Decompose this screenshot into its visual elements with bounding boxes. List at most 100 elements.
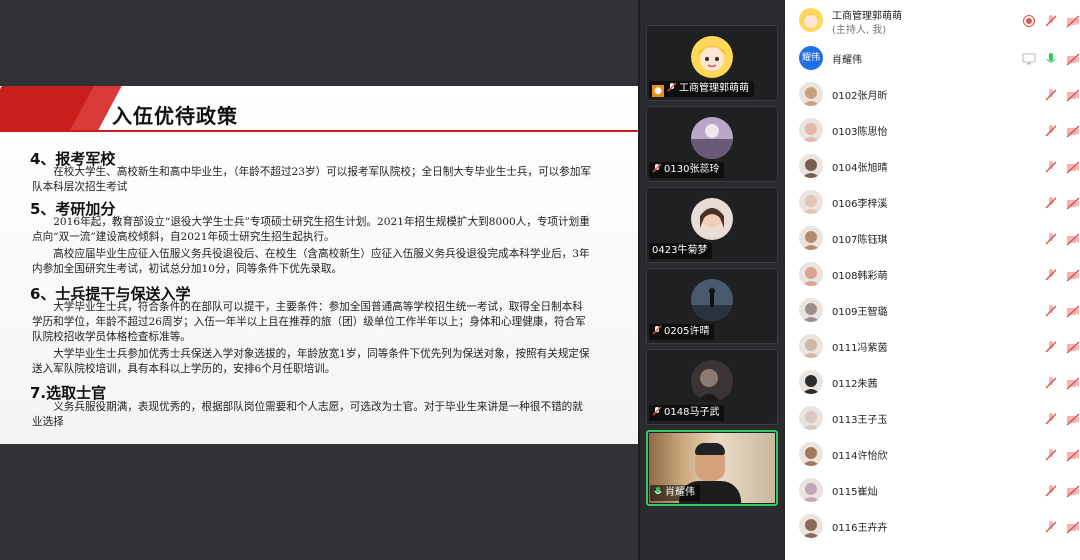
avatar [799,298,823,322]
host-icon: ● [652,85,664,97]
participants-list[interactable]: 工商管理郭萌萌 (主持人, 我) 耀伟 肖耀伟 0102张月昕 0103陈思怡 01… [785,0,1080,560]
mic-muted-icon[interactable] [1044,339,1058,353]
participant-row[interactable]: 0115崔灿 [785,472,1080,508]
mic-muted-icon[interactable] [1044,87,1058,101]
participant-row[interactable]: 0108韩彩萌 [785,256,1080,292]
tile-name-label: 0205许晴 [649,324,715,340]
participant-name: 0116王卉卉 [832,523,888,534]
mic-on-icon [653,486,663,496]
participant-row[interactable]: 0106李梓溪 [785,184,1080,220]
camera-off-icon[interactable] [1066,339,1080,354]
avatar [799,442,823,466]
avatar [799,82,823,106]
avatar [799,370,823,394]
tile-name-label: 肖耀伟 [650,485,700,501]
slide-title: 入伍优待政策 [112,104,238,128]
participant-row[interactable]: 0103陈思怡 [785,112,1080,148]
video-tile[interactable]: 0148马子武 [646,349,778,425]
section-paragraph: 2016年起，教育部设立“退役大学生士兵”专项硕士研究生招生计划。2021年招生… [32,216,590,243]
participant-row[interactable]: 0112朱茜 [785,364,1080,400]
participant-name: 0114许怡欣 [832,451,888,462]
shared-screen-area: 入伍优待政策 4、报考军校 在校大学生、高校新生和高中毕业生，（年龄不超过23岁… [0,0,640,560]
mic-muted-icon [667,82,677,92]
mic-muted-icon[interactable] [1044,13,1058,27]
participant-name: 0112朱茜 [832,379,878,390]
photo-avatar [691,117,733,159]
participant-role: (主持人, 我) [832,25,887,36]
mic-muted-icon[interactable] [1044,231,1058,245]
photo-avatar [691,198,733,240]
camera-off-icon[interactable] [1066,447,1080,462]
participant-row[interactable]: 工商管理郭萌萌 (主持人, 我) [785,0,1080,40]
photo-avatar [691,279,733,321]
participant-name: 0108韩彩萌 [832,271,888,282]
video-tile[interactable]: 0423牛菊梦 [646,187,778,263]
camera-off-icon[interactable] [1066,87,1080,102]
camera-off-icon[interactable] [1066,483,1080,498]
participant-row[interactable]: 0116王卉卉 [785,508,1080,544]
participant-name: 0109王智璐 [832,307,888,318]
title-underline [0,130,640,132]
participant-name: 0115崔灿 [832,487,878,498]
avatar [799,226,823,250]
participant-row[interactable]: 0111冯紫茵 [785,328,1080,364]
mic-on-icon[interactable] [1044,51,1058,65]
mic-muted-icon[interactable] [1044,447,1058,461]
mic-muted-icon[interactable] [1044,123,1058,137]
participant-name: 工商管理郭萌萌 [832,11,902,22]
mic-muted-icon[interactable] [1044,411,1058,425]
mic-muted-icon[interactable] [1044,195,1058,209]
mic-muted-icon[interactable] [1044,267,1058,281]
section-paragraph: 大学毕业生士兵参加优秀士兵保送入学对象选拔的，年龄放宽1岁，同等条件下优先列为保… [32,348,590,375]
camera-off-icon[interactable] [1066,267,1080,282]
participant-row[interactable]: 0113王子玉 [785,400,1080,436]
video-tile[interactable]: 0130张蕊玲 [646,106,778,182]
participant-row[interactable]: 耀伟 肖耀伟 [785,40,1080,76]
participant-name: 0113王子玉 [832,415,888,426]
mic-muted-icon[interactable] [1044,303,1058,317]
camera-off-icon[interactable] [1066,159,1080,174]
camera-off-icon[interactable] [1066,13,1080,28]
participant-name: 0102张月昕 [832,91,888,102]
mic-muted-icon[interactable] [1044,519,1058,533]
mic-muted-icon [652,406,662,416]
avatar: 耀伟 [799,46,823,70]
camera-off-icon[interactable] [1066,195,1080,210]
camera-off-icon[interactable] [1066,123,1080,138]
participant-row[interactable]: 0102张月昕 [785,76,1080,112]
participant-name: 0107陈钰琪 [832,235,888,246]
mic-muted-icon[interactable] [1044,159,1058,173]
participant-name: 0111冯紫茵 [832,343,888,354]
video-tile[interactable]: 0205许晴 [646,268,778,344]
record-icon[interactable] [1022,13,1036,27]
participant-row[interactable]: 0104张旭晴 [785,148,1080,184]
mic-muted-icon [652,325,662,335]
avatar [799,118,823,142]
tile-name-label: ● 工商管理郭萌萌 [649,81,754,97]
camera-off-icon[interactable] [1066,519,1080,534]
participant-row[interactable]: 0109王智璐 [785,292,1080,328]
tile-name-label: 0130张蕊玲 [649,162,725,178]
participant-row[interactable]: 0114许怡欣 [785,436,1080,472]
camera-off-icon[interactable] [1066,231,1080,246]
tile-name-label: 0148马子武 [649,405,725,421]
section-paragraph: 义务兵服役期满，表现优秀的，根据部队岗位需要和个人志愿，可选改为士官。对于毕业生… [32,401,583,428]
avatar [799,8,823,32]
avatar [799,478,823,502]
camera-off-icon[interactable] [1066,303,1080,318]
mic-muted-icon[interactable] [1044,483,1058,497]
video-tile-active-speaker[interactable]: 肖耀伟 [646,430,778,506]
video-tile[interactable]: ● 工商管理郭萌萌 [646,25,778,101]
participant-name: 肖耀伟 [832,55,862,66]
camera-off-icon[interactable] [1066,375,1080,390]
avatar [799,334,823,358]
section-paragraph: 高校应届毕业生应征入伍服义务兵役退役后、在校生（含高校新生）应征入伍服义务兵役退… [32,248,590,275]
camera-off-icon[interactable] [1066,51,1080,66]
avatar [799,406,823,430]
camera-off-icon[interactable] [1066,411,1080,426]
avatar [799,514,823,538]
avatar [799,190,823,214]
participant-row[interactable]: 0107陈钰琪 [785,220,1080,256]
mic-muted-icon[interactable] [1044,375,1058,389]
screen-share-icon[interactable] [1022,51,1036,65]
